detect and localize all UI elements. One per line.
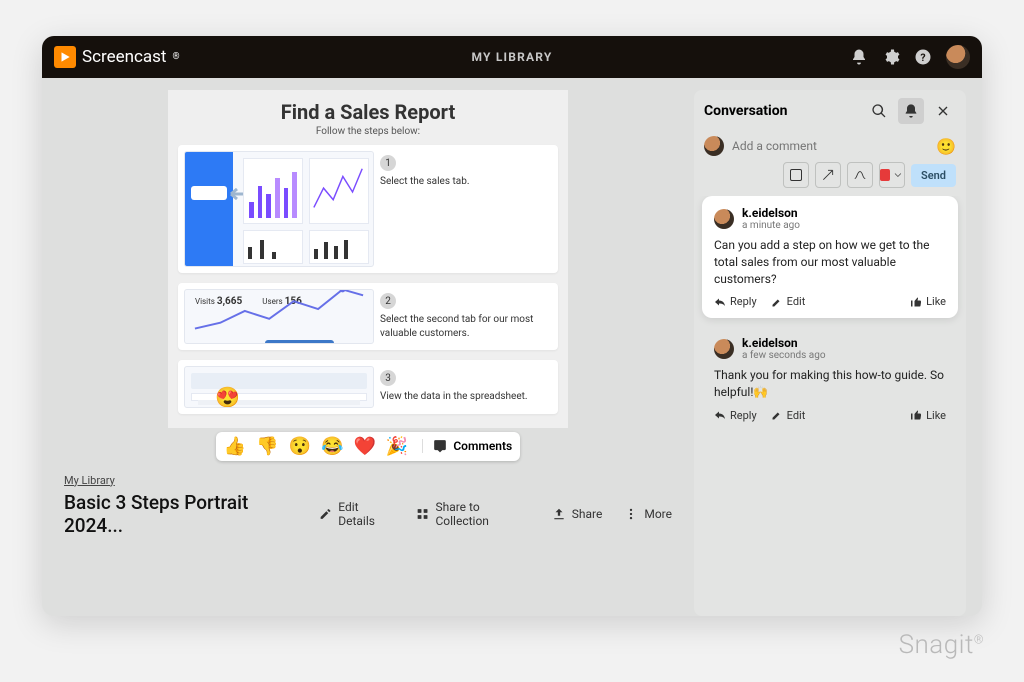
comments-label: Comments xyxy=(453,439,512,453)
comment-text: Thank you for making this how-to guide. … xyxy=(714,367,946,401)
brand: Screencast ® xyxy=(54,46,180,68)
search-button[interactable] xyxy=(866,98,892,124)
like-button[interactable]: Like xyxy=(910,409,946,422)
reply-button[interactable]: Reply xyxy=(714,409,757,422)
step-1-screenshot xyxy=(184,151,374,267)
share-to-collection-button[interactable]: Share to Collection xyxy=(416,500,529,528)
commenter-name: k.eidelson xyxy=(742,206,800,220)
step-1: 1 Select the sales tab. xyxy=(178,145,558,273)
howto-document: Find a Sales Report Follow the steps bel… xyxy=(168,90,568,428)
conversation-panel: Conversation 🙂 xyxy=(694,90,966,616)
more-button[interactable]: More xyxy=(624,507,672,521)
step-2-callout: Most Valuable Customers xyxy=(265,340,334,344)
heart-eyes-emoji-icon: 😍 xyxy=(215,385,240,408)
edit-details-button[interactable]: Edit Details xyxy=(319,500,394,528)
close-panel-button[interactable] xyxy=(930,98,956,124)
top-bar: Screencast ® MY LIBRARY ? xyxy=(42,36,982,78)
step-1-text: Select the sales tab. xyxy=(380,175,546,189)
comment-card[interactable]: k.eidelson a few seconds ago Thank you f… xyxy=(702,326,958,432)
annotate-arrow-tool[interactable] xyxy=(815,162,841,188)
reaction-surprised[interactable]: 😯 xyxy=(289,436,311,457)
comments-button[interactable]: Comments xyxy=(422,439,512,453)
emoji-picker-icon[interactable]: 🙂 xyxy=(936,137,956,156)
step-3-number: 3 xyxy=(380,370,396,386)
send-button[interactable]: Send xyxy=(911,164,956,187)
nav-my-library[interactable]: MY LIBRARY xyxy=(472,50,553,64)
add-comment-input[interactable] xyxy=(732,139,928,153)
svg-text:?: ? xyxy=(920,51,925,64)
gear-icon[interactable] xyxy=(882,48,900,66)
step-2-text: Select the second tab for our most valua… xyxy=(380,313,546,340)
doc-title: Find a Sales Report xyxy=(178,100,558,124)
annotate-rect-tool[interactable] xyxy=(783,162,809,188)
annotate-color-picker[interactable] xyxy=(879,162,905,188)
current-user-avatar xyxy=(704,136,724,156)
reaction-party[interactable]: 🎉 xyxy=(386,436,408,457)
commenter-name: k.eidelson xyxy=(742,336,826,350)
reaction-thumbs-up[interactable]: 👍 xyxy=(224,436,246,457)
like-button[interactable]: Like xyxy=(910,295,946,308)
breadcrumb-my-library[interactable]: My Library xyxy=(64,474,115,487)
help-icon[interactable]: ? xyxy=(914,48,932,66)
step-2-screenshot: Visits 3,665 Users 156 Most Valuable Cus… xyxy=(184,289,374,344)
comment-time: a minute ago xyxy=(742,220,800,231)
user-avatar[interactable] xyxy=(946,45,970,69)
comment-text: Can you add a step on how we get to the … xyxy=(714,237,946,287)
brand-reg: ® xyxy=(173,52,180,62)
commenter-avatar xyxy=(714,339,734,359)
step-1-number: 1 xyxy=(380,155,396,171)
comment-time: a few seconds ago xyxy=(742,350,826,361)
media-title: Basic 3 Steps Portrait 2024... xyxy=(64,491,297,537)
main-content: Find a Sales Report Follow the steps bel… xyxy=(58,90,678,616)
step-2: Visits 3,665 Users 156 Most Valuable Cus… xyxy=(178,283,558,350)
doc-subtitle: Follow the steps below: xyxy=(178,126,558,137)
annotate-step-tool[interactable] xyxy=(847,162,873,188)
brand-play-icon xyxy=(54,46,76,68)
step-2-number: 2 xyxy=(380,293,396,309)
bell-icon[interactable] xyxy=(850,48,868,66)
share-button[interactable]: Share xyxy=(552,507,603,521)
snagit-watermark: Snagit® xyxy=(899,630,984,660)
reply-button[interactable]: Reply xyxy=(714,295,757,308)
reaction-laugh[interactable]: 😂 xyxy=(321,436,343,457)
step-3-screenshot: 😍 xyxy=(184,366,374,408)
step-3-text: View the data in the spreadsheet. xyxy=(380,390,546,404)
conversation-title: Conversation xyxy=(704,103,860,119)
reaction-heart[interactable]: ❤️ xyxy=(353,436,375,457)
edit-button[interactable]: Edit xyxy=(771,409,806,422)
reaction-bar: 👍 👎 😯 😂 ❤️ 🎉 Comments xyxy=(216,432,520,461)
brand-name: Screencast xyxy=(82,47,167,67)
comment-card[interactable]: k.eidelson a minute ago Can you add a st… xyxy=(702,196,958,318)
commenter-avatar xyxy=(714,209,734,229)
edit-button[interactable]: Edit xyxy=(771,295,806,308)
reaction-thumbs-down[interactable]: 👎 xyxy=(256,436,278,457)
step-3: 😍 3 View the data in the spreadsheet. xyxy=(178,360,558,414)
notification-toggle[interactable] xyxy=(898,98,924,124)
app-window: Screencast ® MY LIBRARY ? Find a Sales Re… xyxy=(42,36,982,616)
